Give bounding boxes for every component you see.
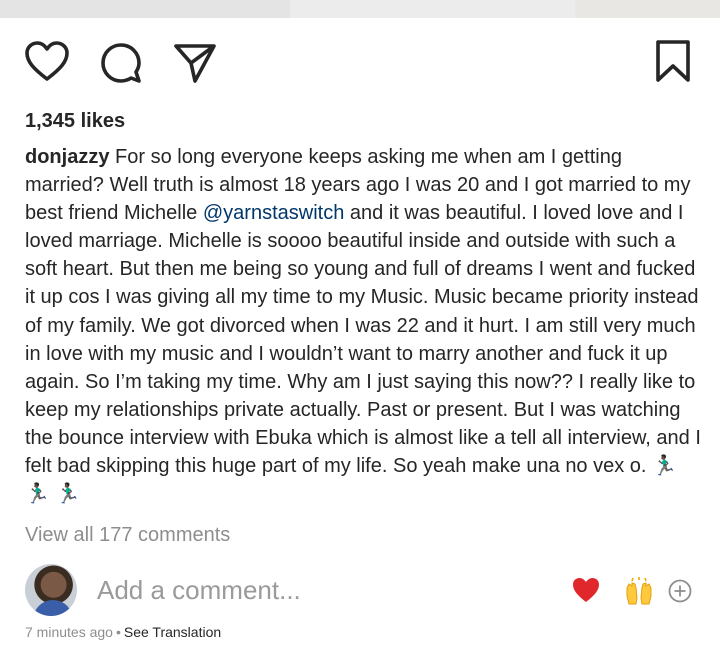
paper-plane-share-icon[interactable] (173, 42, 217, 84)
quick-reaction-raising-hands-emoji[interactable] (624, 576, 654, 606)
caption-mention-link[interactable]: @yarnstaswitch (203, 202, 344, 224)
caption-username[interactable]: donjazzy (25, 146, 109, 168)
post-timestamp: 7 minutes ago (25, 624, 113, 640)
post-caption: donjazzy For so long everyone keeps aski… (25, 143, 705, 508)
post-meta: 7 minutes ago • See Translation (25, 624, 221, 640)
image-edge-left (0, 0, 290, 18)
like-heart-icon[interactable] (24, 40, 70, 82)
see-translation-link[interactable]: See Translation (124, 624, 221, 640)
avatar[interactable] (25, 564, 77, 616)
image-edge-right (575, 0, 720, 18)
comment-bubble-icon[interactable] (100, 42, 142, 84)
quick-reaction-heart-emoji[interactable] (571, 576, 601, 604)
view-all-comments-link[interactable]: View all 177 comments (25, 524, 230, 547)
likes-count[interactable]: 1,345 likes (25, 110, 125, 133)
previous-post-image-edge (0, 0, 720, 18)
avatar-shirt (33, 600, 73, 616)
caption-text-end: and it was beautiful. I loved love and I… (25, 202, 701, 478)
bookmark-save-icon[interactable] (654, 39, 692, 83)
post-action-bar (0, 30, 720, 100)
meta-separator: • (115, 624, 121, 640)
add-comment-input[interactable] (97, 575, 537, 606)
add-comment-row (0, 562, 720, 618)
plus-circle-icon[interactable] (667, 578, 693, 604)
